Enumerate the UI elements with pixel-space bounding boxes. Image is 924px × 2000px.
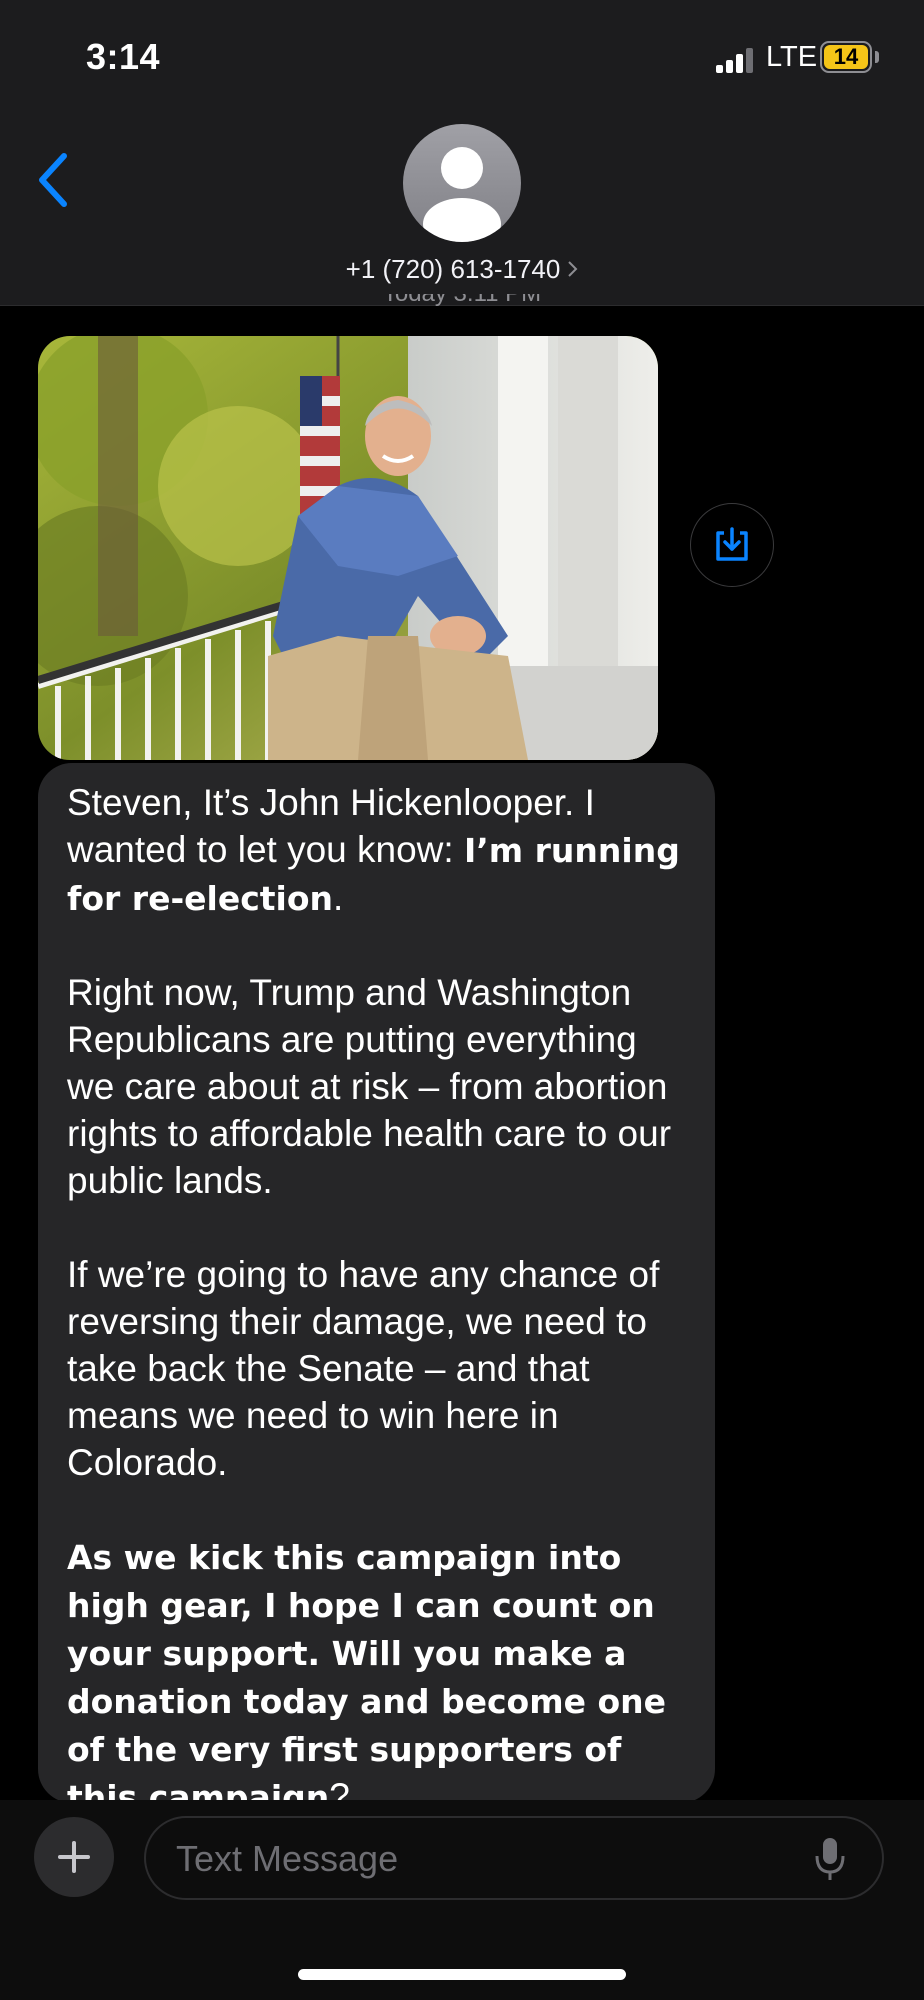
back-chevron-icon[interactable] (34, 150, 74, 210)
chevron-right-icon (568, 261, 578, 277)
status-bar: 3:14 LTE 14 (0, 0, 924, 110)
message-paragraph: Steven, It’s John Hickenlooper. I wanted… (67, 782, 680, 918)
message-paragraph: If we’re going to have any chance of rev… (67, 1254, 660, 1483)
contact-avatar[interactable] (403, 124, 521, 242)
message-bubble[interactable]: Steven, It’s John Hickenlooper. I wanted… (38, 763, 715, 1803)
message-paragraph: Right now, Trump and Washington Republic… (67, 972, 672, 1201)
message-timestamp: Today 3:11 PM (0, 294, 924, 310)
home-indicator[interactable] (298, 1969, 626, 1980)
status-time: 3:14 (86, 36, 161, 77)
save-photo-button[interactable] (690, 503, 774, 587)
battery-tip (875, 51, 879, 63)
message-photo[interactable] (38, 336, 658, 760)
plus-icon (58, 1841, 90, 1873)
contact-name-row[interactable]: +1 (720) 613-1740 (0, 254, 924, 285)
message-input[interactable] (174, 1818, 798, 1900)
photo-image (38, 336, 658, 760)
cellular-signal-icon (716, 47, 756, 73)
battery-icon: 14 (820, 41, 872, 73)
conversation-header: +1 (720) 613-1740 (0, 110, 924, 306)
battery-level: 14 (833, 44, 859, 69)
message-paragraph: As we kick this campaign into high gear,… (67, 1538, 667, 1803)
apps-plus-button[interactable] (34, 1817, 114, 1897)
contact-name[interactable]: +1 (720) 613-1740 (346, 254, 561, 284)
microphone-icon[interactable] (814, 1836, 846, 1884)
save-to-photos-icon (716, 527, 748, 561)
message-input-field[interactable] (144, 1816, 884, 1900)
compose-bar (0, 1800, 924, 2000)
network-type: LTE (766, 41, 818, 73)
person-icon (423, 147, 501, 242)
